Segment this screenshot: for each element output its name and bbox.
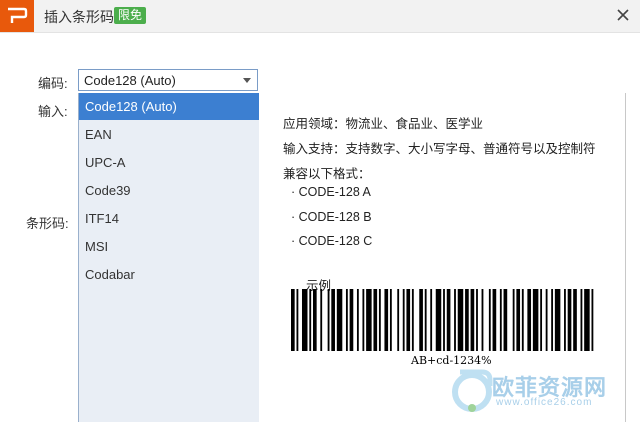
barcode-bar <box>301 289 308 351</box>
barcode-bar <box>540 289 543 351</box>
encoding-label: 编码: <box>38 76 68 91</box>
barcode-bar <box>564 289 566 351</box>
barcode-bar <box>503 289 508 351</box>
barcode-bar <box>356 289 359 351</box>
barcode-bar <box>551 289 554 351</box>
barcode-bar <box>521 289 524 351</box>
barcode-bar <box>454 289 456 351</box>
barcode-bar <box>512 289 515 351</box>
app-logo-icon <box>0 0 34 32</box>
option-itf14[interactable]: ITF14 <box>79 205 259 232</box>
info-compatible: 兼容以下格式： <box>283 167 371 181</box>
example-barcode-image <box>291 289 594 351</box>
info-input-support: 输入支持：支持数字、大小写字母、普通符号以及控制符 <box>283 142 596 156</box>
encoding-dropdown-list: Code128 (Auto) EAN UPC-A Code39 ITF14 MS… <box>78 93 259 422</box>
barcode-bar <box>430 289 433 351</box>
barcode-bar <box>545 289 548 351</box>
barcode-bar <box>349 289 354 351</box>
barcode-bar <box>345 289 348 351</box>
barcode-bar <box>402 289 405 351</box>
barcode-bar <box>591 289 594 351</box>
barcode-bar <box>366 289 372 351</box>
barcode-bar <box>435 289 442 351</box>
watermark-url: www.office26.com <box>496 397 593 408</box>
barcode-bar <box>457 289 464 351</box>
option-codabar[interactable]: Codabar <box>79 261 259 288</box>
barcode-bar <box>532 289 539 351</box>
barcode-bar <box>446 289 451 351</box>
barcode-bar <box>527 289 532 351</box>
barcode-bar <box>406 289 411 351</box>
barcode-bar <box>419 289 423 351</box>
option-ean[interactable]: EAN <box>79 121 259 148</box>
barcode-bar <box>296 289 299 351</box>
barcode-bar <box>384 289 389 351</box>
option-code128-auto[interactable]: Code128 (Auto) <box>79 93 259 120</box>
barcode-bar <box>373 289 378 351</box>
barcode-bar <box>465 289 469 351</box>
barcode-bar <box>362 289 365 351</box>
barcode-bar <box>424 289 427 351</box>
barcode-bar <box>378 289 381 351</box>
option-code39[interactable]: Code39 <box>79 177 259 204</box>
barcode-bar <box>516 289 521 351</box>
barcode-bar <box>389 289 392 351</box>
barcode-bar <box>580 289 583 351</box>
format-item: · CODE-128 A <box>291 185 371 199</box>
barcode-bar <box>320 289 323 351</box>
barcode-bar <box>481 289 484 351</box>
barcode-bar <box>584 289 590 351</box>
input-label: 输入: <box>38 104 68 119</box>
barcode-bar <box>327 289 330 351</box>
barcode-bar <box>476 289 478 351</box>
encoding-select-value: Code128 (Auto) <box>84 73 176 88</box>
dialog-title: 插入条形码 <box>44 9 114 25</box>
option-upc-a[interactable]: UPC-A <box>79 149 259 176</box>
barcode-bar <box>499 289 502 351</box>
option-msi[interactable]: MSI <box>79 233 259 260</box>
barcode-bar <box>336 289 343 351</box>
title-bar: 插入条形码 限免 <box>0 0 640 33</box>
barcode-bar <box>291 289 295 351</box>
free-badge: 限免 <box>114 7 147 24</box>
barcode-bar <box>397 289 400 351</box>
barcode-label: 条形码: <box>26 216 69 231</box>
barcode-bar <box>492 289 497 351</box>
barcode-bar <box>331 289 335 351</box>
barcode-bar <box>309 289 312 351</box>
chevron-down-icon[interactable] <box>243 78 251 83</box>
barcode-bar <box>567 289 572 351</box>
barcode-bar <box>312 289 317 351</box>
barcode-bar <box>554 289 561 351</box>
barcode-bar <box>488 289 491 351</box>
barcode-bar <box>470 289 475 351</box>
barcode-bar <box>573 289 577 351</box>
info-application: 应用领域：物流业、食品业、医学业 <box>283 117 484 131</box>
format-item: · CODE-128 B <box>291 210 372 224</box>
encoding-select[interactable]: Code128 (Auto) <box>78 69 258 91</box>
barcode-bar <box>411 289 414 351</box>
close-icon[interactable] <box>616 8 630 22</box>
format-item: · CODE-128 C <box>291 234 373 248</box>
barcode-bar <box>443 289 445 351</box>
